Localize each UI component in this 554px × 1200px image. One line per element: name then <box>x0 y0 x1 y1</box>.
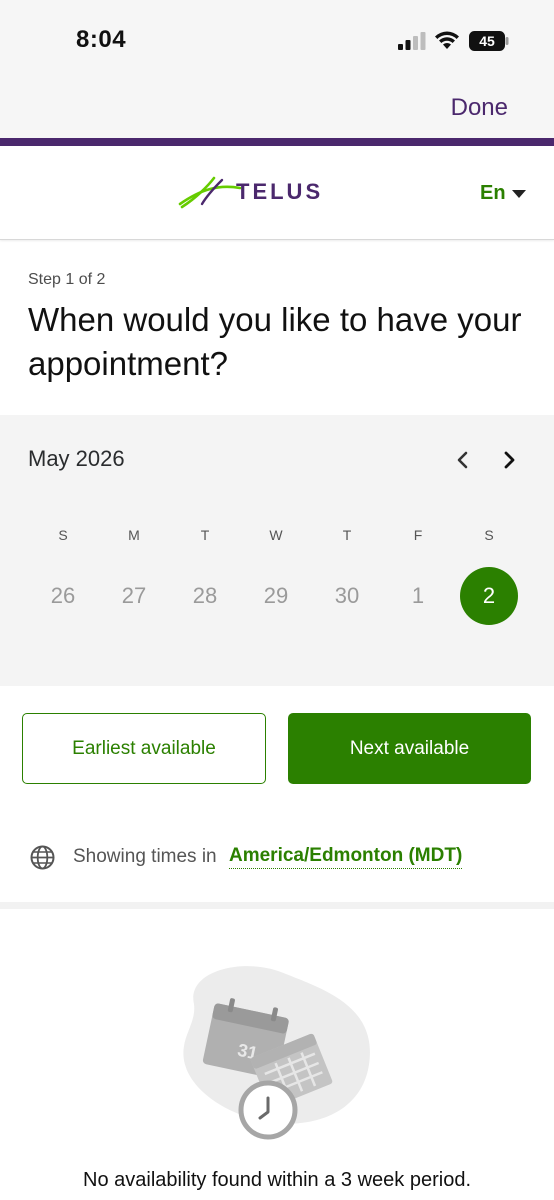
weekday-monday: M <box>128 527 140 543</box>
weekday-friday: F <box>413 527 423 543</box>
weekday-wednesday: W <box>269 527 283 543</box>
calendar-day: 1 <box>411 583 425 608</box>
caret-down-icon[interactable] <box>512 190 526 198</box>
step-indicator: Step 1 of 2 <box>28 271 106 288</box>
next-available-button[interactable]: Next available <box>288 713 531 784</box>
calendar-day-selected[interactable]: 2 <box>460 567 518 625</box>
brand-accent-bar <box>0 138 554 146</box>
timezone-link[interactable]: America/Edmonton (MDT) <box>229 845 463 869</box>
page-title: When would you like to have your appoint… <box>28 301 522 382</box>
weekday-saturday: S <box>484 527 494 543</box>
earliest-available-button[interactable]: Earliest available <box>22 713 266 784</box>
no-availability-message: No availability found within a 3 week pe… <box>83 1169 471 1191</box>
status-time: 8:04 <box>76 26 127 53</box>
timezone-label: Showing times in <box>73 846 217 867</box>
wifi-icon <box>435 31 459 49</box>
cellular-signal-icon <box>398 32 426 50</box>
browser-toolbar: Done <box>0 80 554 138</box>
calendar-day: 27 <box>121 583 147 608</box>
weekday-tuesday: T <box>200 527 210 543</box>
calendar-day: 28 <box>192 583 218 608</box>
logo-wordmark: TELUS <box>236 179 323 204</box>
battery-icon: 45 <box>469 31 509 51</box>
site-header: TELUS En <box>0 146 554 240</box>
battery-level: 45 <box>479 33 495 49</box>
calendar: May 2026 S M T W T F S 26 27 28 29 30 1 … <box>0 415 554 686</box>
telus-logo[interactable]: TELUS <box>178 176 342 210</box>
calendar-day: 29 <box>263 583 289 608</box>
calendar-clock-illustration: 31 <box>183 966 370 1140</box>
language-selector[interactable]: En <box>480 182 506 205</box>
section-divider <box>0 902 554 909</box>
weekday-sunday: S <box>58 527 68 543</box>
chevron-right-icon[interactable] <box>498 448 520 472</box>
chevron-left-icon[interactable] <box>452 448 474 472</box>
calendar-month-label: May 2026 <box>28 446 125 471</box>
status-bar: 8:04 45 <box>0 0 554 80</box>
calendar-day: 26 <box>50 583 76 608</box>
calendar-day: 30 <box>334 583 360 608</box>
weekday-thursday: T <box>342 527 352 543</box>
globe-icon <box>30 845 55 870</box>
done-button[interactable]: Done <box>451 94 508 122</box>
